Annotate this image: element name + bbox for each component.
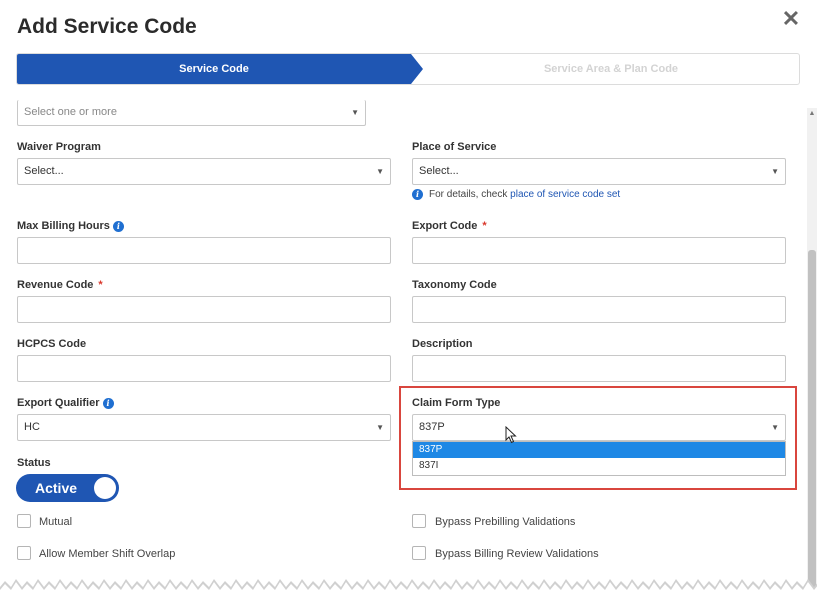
hcpcs-code-label: HCPCS Code bbox=[17, 338, 87, 350]
step-service-code[interactable]: Service Code bbox=[17, 54, 411, 84]
info-icon[interactable]: i bbox=[102, 398, 114, 409]
modal-title: Add Service Code bbox=[17, 15, 197, 38]
bypass-prebilling-checkbox[interactable] bbox=[412, 514, 426, 528]
export-code-input[interactable] bbox=[412, 237, 786, 264]
step-arrow bbox=[411, 54, 423, 84]
description-input[interactable] bbox=[412, 355, 786, 382]
max-billing-hours-input[interactable] bbox=[17, 237, 391, 264]
revenue-code-input[interactable] bbox=[17, 296, 391, 323]
description-label: Description bbox=[412, 338, 473, 350]
bypass-prebilling-label: Bypass Prebilling Validations bbox=[435, 516, 576, 528]
step-service-area-plan-code[interactable]: Service Area & Plan Code bbox=[423, 54, 799, 84]
info-icon: i bbox=[412, 189, 423, 200]
export-qualifier-select[interactable]: HC ▼ bbox=[17, 414, 391, 441]
chevron-down-icon: ▼ bbox=[376, 423, 384, 432]
export-code-label: Export Code * bbox=[412, 220, 487, 232]
status-toggle[interactable]: Active bbox=[16, 474, 119, 502]
mutual-checkbox[interactable] bbox=[17, 514, 31, 528]
waiver-program-label: Waiver Program bbox=[17, 141, 101, 153]
required-mark: * bbox=[482, 220, 487, 232]
highlight-annotation bbox=[399, 386, 797, 490]
chevron-down-icon: ▼ bbox=[376, 167, 384, 176]
place-of-service-select[interactable]: Select... ▼ bbox=[412, 158, 786, 185]
mutual-label: Mutual bbox=[39, 516, 73, 528]
export-code-text: Export Code bbox=[412, 220, 478, 232]
revenue-code-label: Revenue Code * bbox=[17, 279, 103, 291]
place-of-service-link[interactable]: place of service code set bbox=[510, 189, 620, 200]
close-icon[interactable]: ✕ bbox=[779, 8, 803, 32]
info-icon[interactable]: i bbox=[112, 221, 124, 232]
toggle-knob bbox=[94, 477, 116, 499]
max-billing-hours-label: Max Billing Hours i bbox=[17, 220, 124, 232]
revenue-code-text: Revenue Code bbox=[17, 279, 94, 291]
export-qualifier-text: Export Qualifier bbox=[17, 397, 100, 409]
scrollbar-thumb[interactable] bbox=[808, 250, 816, 593]
required-mark: * bbox=[98, 279, 103, 291]
taxonomy-code-input[interactable] bbox=[412, 296, 786, 323]
place-of-service-value: Select... bbox=[419, 165, 459, 177]
torn-edge-decoration bbox=[0, 575, 817, 593]
bypass-billing-review-label: Bypass Billing Review Validations bbox=[435, 548, 599, 560]
multi-select-placeholder: Select one or more bbox=[24, 106, 117, 118]
hcpcs-code-input[interactable] bbox=[17, 355, 391, 382]
waiver-program-value: Select... bbox=[24, 165, 64, 177]
mouse-cursor-icon bbox=[505, 426, 517, 444]
allow-member-shift-overlap-label: Allow Member Shift Overlap bbox=[39, 548, 176, 560]
multi-select-field[interactable]: Select one or more ▼ bbox=[17, 100, 366, 126]
status-label: Status bbox=[17, 457, 51, 469]
wizard-stepper: Service Code Service Area & Plan Code bbox=[16, 53, 800, 85]
bypass-billing-review-checkbox[interactable] bbox=[412, 546, 426, 560]
toggle-label: Active bbox=[35, 480, 78, 496]
export-qualifier-label: Export Qualifier i bbox=[17, 397, 114, 409]
taxonomy-code-label: Taxonomy Code bbox=[412, 279, 497, 291]
scroll-up-icon[interactable]: ▲ bbox=[808, 110, 816, 118]
place-of-service-label: Place of Service bbox=[412, 141, 497, 153]
place-of-service-help: i For details, check place of service cod… bbox=[412, 189, 620, 200]
export-qualifier-value: HC bbox=[24, 421, 40, 433]
help-prefix: For details, check bbox=[429, 189, 508, 200]
max-billing-hours-text: Max Billing Hours bbox=[17, 220, 110, 232]
chevron-down-icon: ▼ bbox=[351, 108, 359, 117]
chevron-down-icon: ▼ bbox=[771, 167, 779, 176]
waiver-program-select[interactable]: Select... ▼ bbox=[17, 158, 391, 185]
allow-member-shift-overlap-checkbox[interactable] bbox=[17, 546, 31, 560]
